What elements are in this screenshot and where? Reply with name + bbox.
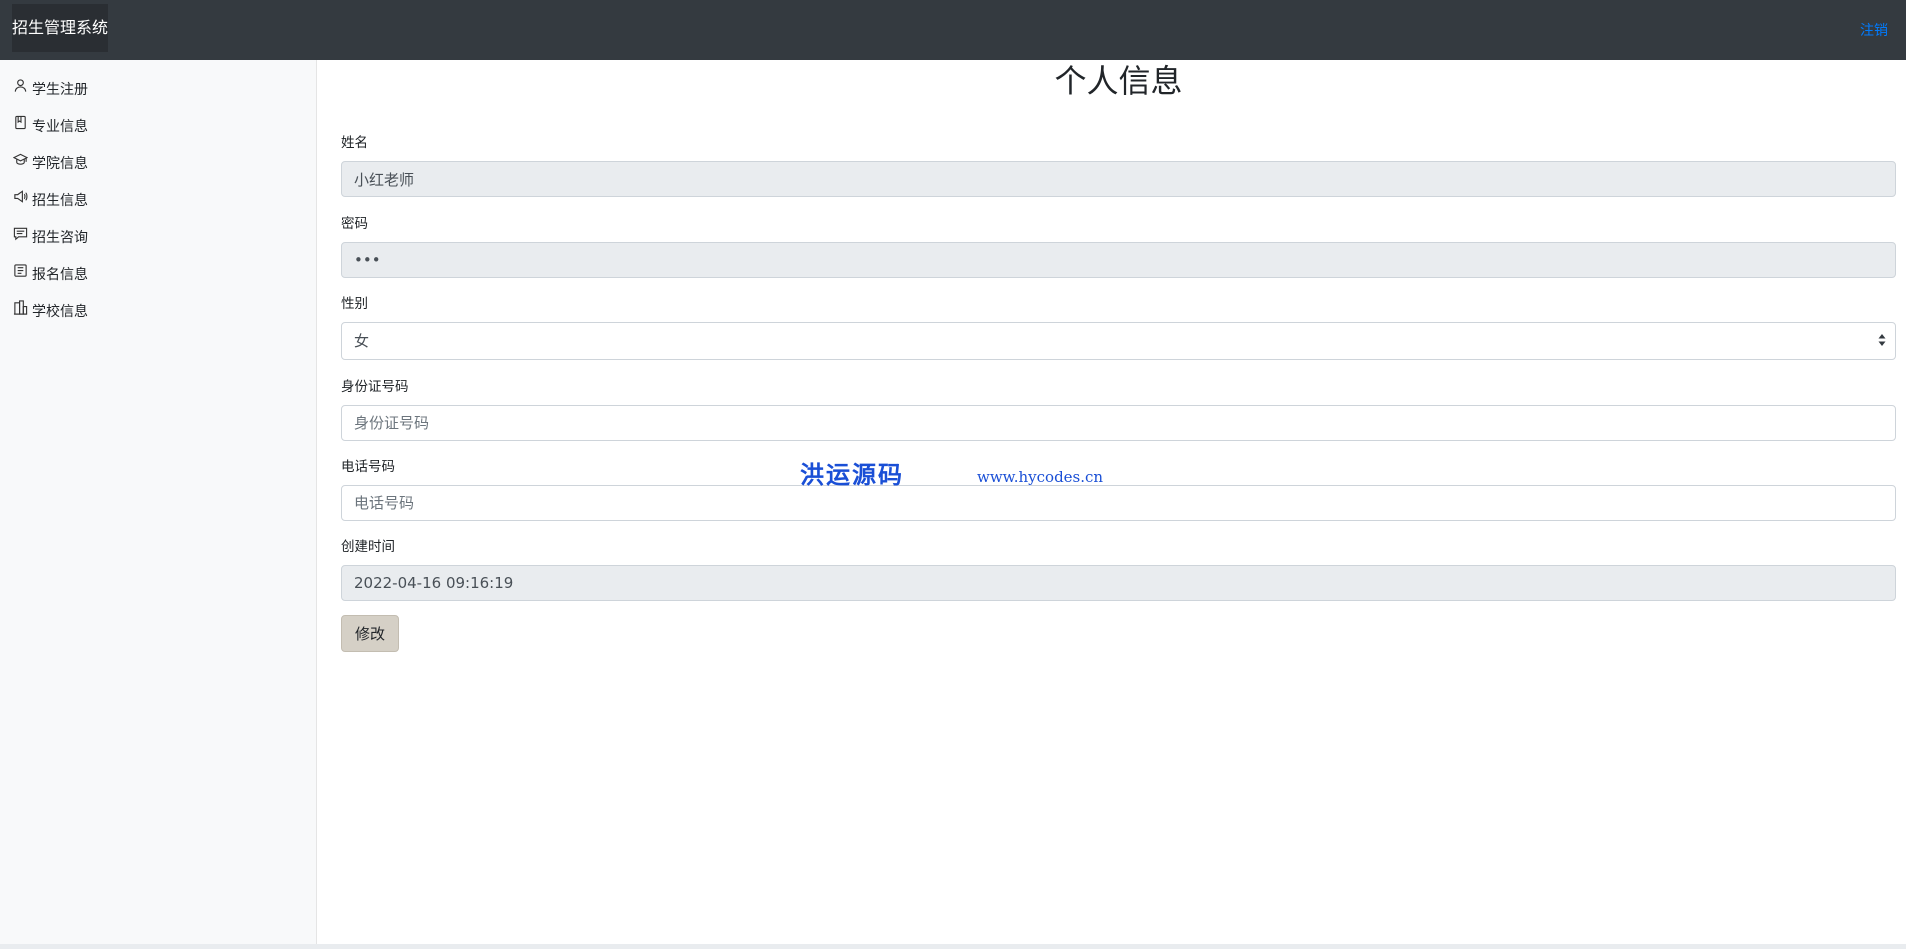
chat-icon [12, 226, 28, 242]
logout-link[interactable]: 注销 [1860, 20, 1888, 40]
name-label: 姓名 [341, 135, 368, 151]
sidebar-item-label: 专业信息 [32, 118, 88, 135]
watermark-text: 洪运源码 [800, 460, 904, 489]
sidebar-item-label: 学院信息 [32, 155, 88, 172]
brand-logo[interactable]: 招生管理系统 [12, 4, 108, 52]
edit-button[interactable]: 修改 [341, 615, 399, 652]
building-icon [12, 300, 28, 316]
id-number-group: 身份证号码 [341, 375, 1896, 441]
sidebar-item-label: 报名信息 [32, 266, 88, 283]
phone-group: 电话号码 [341, 455, 1896, 521]
receipt-icon [12, 263, 28, 279]
gender-select[interactable]: 女 [341, 322, 1896, 360]
sidebar-item-label: 学生注册 [32, 81, 88, 98]
created-time-field[interactable] [341, 565, 1896, 601]
gender-label: 性别 [341, 296, 368, 312]
created-time-label: 创建时间 [341, 539, 395, 555]
person-icon [12, 78, 28, 94]
sidebar-item-label: 学校信息 [32, 303, 88, 320]
gender-select-wrap: 女 [341, 322, 1896, 360]
phone-input[interactable] [341, 485, 1896, 521]
main-content: 个人信息 姓名 密码 性别 女 身份证号码 电话号码 创建时间 修改 [317, 60, 1906, 944]
id-number-label: 身份证号码 [341, 379, 409, 395]
sidebar-item-major-info[interactable]: 专业信息 [0, 107, 316, 144]
gender-group: 性别 女 [341, 292, 1896, 360]
bottom-scrollbar[interactable] [0, 944, 1906, 949]
created-time-group: 创建时间 [341, 535, 1896, 601]
sidebar-item-enrollment-consult[interactable]: 招生咨询 [0, 218, 316, 255]
sidebar-menu: 学生注册 专业信息 学院信息 招生信息 招生咨询 报名信息 学校信息 [0, 60, 316, 329]
mortarboard-icon [12, 152, 28, 168]
top-navbar: 招生管理系统 注销 [0, 0, 1906, 60]
phone-label: 电话号码 [341, 459, 395, 475]
sidebar-item-application-info[interactable]: 报名信息 [0, 255, 316, 292]
id-number-input[interactable] [341, 405, 1896, 441]
sidebar-item-college-info[interactable]: 学院信息 [0, 144, 316, 181]
sidebar-item-enrollment-info[interactable]: 招生信息 [0, 181, 316, 218]
password-label: 密码 [341, 216, 368, 232]
sidebar-item-label: 招生信息 [32, 192, 88, 209]
sidebar-item-student-register[interactable]: 学生注册 [0, 70, 316, 107]
sidebar-item-school-info[interactable]: 学校信息 [0, 292, 316, 329]
name-group: 姓名 [341, 131, 1896, 197]
sidebar: 学生注册 专业信息 学院信息 招生信息 招生咨询 报名信息 学校信息 [0, 60, 317, 944]
book-icon [12, 115, 28, 131]
name-field[interactable] [341, 161, 1896, 197]
page-title: 个人信息 [1054, 62, 1183, 100]
watermark-url: www.hycodes.cn [977, 468, 1104, 486]
password-group: 密码 [341, 212, 1896, 278]
password-field[interactable] [341, 242, 1896, 278]
sidebar-item-label: 招生咨询 [32, 229, 88, 246]
megaphone-icon [12, 189, 28, 205]
